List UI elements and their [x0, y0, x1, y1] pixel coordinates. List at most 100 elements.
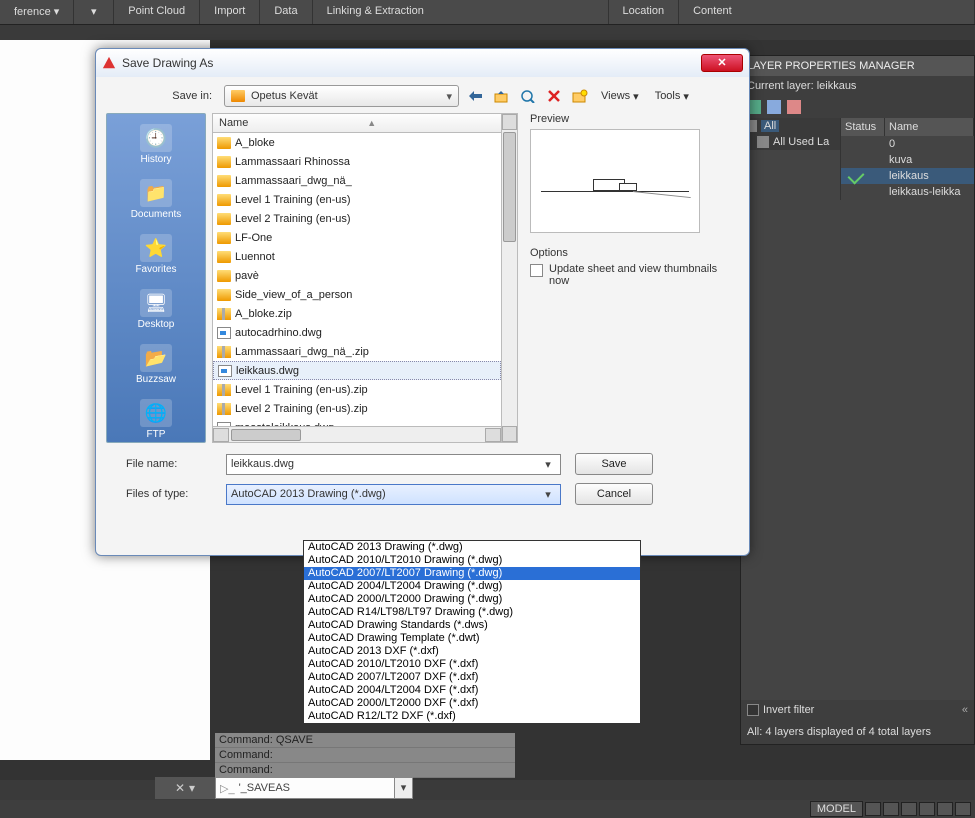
- maximize-icon[interactable]: [919, 802, 935, 816]
- filename-input[interactable]: leikkaus.dwg▾: [226, 454, 561, 475]
- clean-icon[interactable]: [937, 802, 953, 816]
- chevron-icon[interactable]: ▾: [189, 781, 195, 795]
- back-button[interactable]: [467, 87, 485, 105]
- file-row[interactable]: maastoleikkaus.dwg: [213, 418, 501, 427]
- scroll-track[interactable]: [502, 130, 517, 426]
- snap-icon[interactable]: [883, 802, 899, 816]
- layer-states-icon[interactable]: [767, 100, 781, 114]
- scroll-left-button[interactable]: ◂: [213, 428, 229, 442]
- filter-all[interactable]: All: [741, 118, 840, 134]
- filetype-combo[interactable]: AutoCAD 2013 Drawing (*.dwg)▾: [226, 484, 561, 505]
- file-row[interactable]: pavè: [213, 266, 501, 285]
- file-list-vscroll[interactable]: ▴ ▾: [502, 113, 518, 443]
- ribbon-tab-content[interactable]: Content: [679, 0, 975, 24]
- file-row[interactable]: Level 1 Training (en-us).zip: [213, 380, 501, 399]
- file-list-hscroll[interactable]: ◂ ▸: [212, 427, 502, 443]
- file-row[interactable]: Level 1 Training (en-us): [213, 190, 501, 209]
- places-documents[interactable]: 📁Documents: [107, 175, 205, 230]
- command-dropdown[interactable]: ▾: [395, 777, 413, 799]
- command-input[interactable]: ▷_'_SAVEAS: [215, 777, 395, 799]
- search-web-button[interactable]: [519, 87, 537, 105]
- places-history[interactable]: 🕘History: [107, 120, 205, 175]
- dropdown-icon[interactable]: [901, 802, 917, 816]
- close-icon[interactable]: ✕: [175, 781, 185, 795]
- scroll-thumb[interactable]: [231, 429, 301, 441]
- close-button[interactable]: ✕: [701, 54, 743, 72]
- chevron-down-icon[interactable]: ▾: [540, 488, 556, 501]
- col-name[interactable]: Name: [885, 118, 974, 136]
- file-row[interactable]: Side_view_of_a_person: [213, 285, 501, 304]
- file-row[interactable]: Lammassaari_dwg_nä_: [213, 171, 501, 190]
- filetype-option[interactable]: AutoCAD 2010/LT2010 Drawing (*.dwg): [304, 554, 640, 567]
- filetype-option[interactable]: AutoCAD 2000/LT2000 Drawing (*.dwg): [304, 593, 640, 606]
- scroll-up-button[interactable]: ▴: [502, 114, 517, 130]
- filetype-option[interactable]: AutoCAD 2007/LT2007 DXF (*.dxf): [304, 671, 640, 684]
- filetype-option[interactable]: AutoCAD 2013 Drawing (*.dwg): [304, 541, 640, 554]
- file-row[interactable]: Lammassaari Rhinossa: [213, 152, 501, 171]
- file-row[interactable]: autocadrhino.dwg: [213, 323, 501, 342]
- file-row[interactable]: LF-One: [213, 228, 501, 247]
- tools-menu[interactable]: Tools▾: [651, 90, 693, 103]
- file-list-header[interactable]: Name▲: [212, 113, 502, 133]
- layer-row[interactable]: leikkaus-leikka: [841, 184, 974, 200]
- savein-combo[interactable]: Opetus Kevät ▾: [224, 85, 459, 107]
- file-row[interactable]: A_bloke.zip: [213, 304, 501, 323]
- file-row[interactable]: Level 2 Training (en-us): [213, 209, 501, 228]
- preview-label: Preview: [530, 113, 739, 125]
- update-thumbnails-checkbox[interactable]: [530, 264, 543, 277]
- ribbon-tab-location[interactable]: Location: [609, 0, 680, 24]
- filetype-dropdown-list[interactable]: AutoCAD 2013 Drawing (*.dwg)AutoCAD 2010…: [303, 540, 641, 724]
- invert-filter-row[interactable]: Invert filter «: [741, 700, 974, 720]
- scroll-right-button[interactable]: ▸: [485, 428, 501, 442]
- layer-row[interactable]: leikkaus: [841, 168, 974, 184]
- views-menu[interactable]: Views▾: [597, 90, 643, 103]
- ribbon-tab-expand[interactable]: ▾: [74, 0, 114, 24]
- ribbon-tab-linking[interactable]: Linking & Extraction: [313, 0, 609, 24]
- ribbon-tab-reference[interactable]: ference ▾: [0, 0, 74, 24]
- grid-icon[interactable]: [865, 802, 881, 816]
- layer-row[interactable]: 0: [841, 136, 974, 152]
- filetype-option[interactable]: AutoCAD 2004/LT2004 DXF (*.dxf): [304, 684, 640, 697]
- filetype-option[interactable]: AutoCAD 2010/LT2010 DXF (*.dxf): [304, 658, 640, 671]
- save-button[interactable]: Save: [575, 453, 653, 475]
- file-row[interactable]: leikkaus.dwg: [213, 361, 501, 380]
- filetype-option[interactable]: AutoCAD Drawing Standards (*.dws): [304, 619, 640, 632]
- filetype-option[interactable]: AutoCAD R14/LT98/LT97 Drawing (*.dwg): [304, 606, 640, 619]
- places-favorites[interactable]: ⭐Favorites: [107, 230, 205, 285]
- new-folder-button[interactable]: [571, 87, 589, 105]
- filetype-option[interactable]: AutoCAD R12/LT2 DXF (*.dxf): [304, 710, 640, 723]
- dialog-titlebar[interactable]: Save Drawing As ✕: [96, 49, 749, 77]
- file-row[interactable]: Lammassaari_dwg_nä_.zip: [213, 342, 501, 361]
- places-desktop[interactable]: 🖥Desktop: [107, 285, 205, 340]
- layer-delete-icon[interactable]: [787, 100, 801, 114]
- filetype-option[interactable]: AutoCAD 2000/LT2000 DXF (*.dxf): [304, 697, 640, 710]
- collapse-icon[interactable]: «: [962, 704, 968, 716]
- cancel-button[interactable]: Cancel: [575, 483, 653, 505]
- filetype-option[interactable]: AutoCAD 2007/LT2007 Drawing (*.dwg): [304, 567, 640, 580]
- ribbon-tab-data[interactable]: Data: [260, 0, 312, 24]
- places-buzzsaw[interactable]: 📂Buzzsaw: [107, 340, 205, 395]
- file-row[interactable]: A_bloke: [213, 133, 501, 152]
- filetype-option[interactable]: AutoCAD Drawing Template (*.dwt): [304, 632, 640, 645]
- file-row[interactable]: Level 2 Training (en-us).zip: [213, 399, 501, 418]
- scroll-thumb[interactable]: [503, 132, 516, 242]
- scroll-track[interactable]: [229, 428, 485, 442]
- model-button[interactable]: MODEL: [810, 801, 863, 817]
- file-row[interactable]: Luennot: [213, 247, 501, 266]
- command-handle[interactable]: ✕▾: [155, 777, 215, 799]
- filetype-option[interactable]: AutoCAD 2013 DXF (*.dxf): [304, 645, 640, 658]
- up-folder-button[interactable]: [493, 87, 511, 105]
- customize-icon[interactable]: [955, 802, 971, 816]
- ribbon-tab-pointcloud[interactable]: Point Cloud: [114, 0, 200, 24]
- filter-all-used[interactable]: All Used La: [741, 134, 840, 150]
- layer-row[interactable]: kuva: [841, 152, 974, 168]
- scroll-down-button[interactable]: ▾: [502, 426, 517, 442]
- chevron-down-icon[interactable]: ▾: [540, 458, 556, 471]
- ribbon-tab-import[interactable]: Import: [200, 0, 260, 24]
- col-status[interactable]: Status: [841, 118, 885, 136]
- places-ftp[interactable]: 🌐FTP: [107, 395, 205, 450]
- prompt-icon: ▷_: [220, 782, 235, 795]
- filetype-option[interactable]: AutoCAD 2004/LT2004 Drawing (*.dwg): [304, 580, 640, 593]
- delete-button[interactable]: [545, 87, 563, 105]
- invert-filter-checkbox[interactable]: [747, 704, 759, 716]
